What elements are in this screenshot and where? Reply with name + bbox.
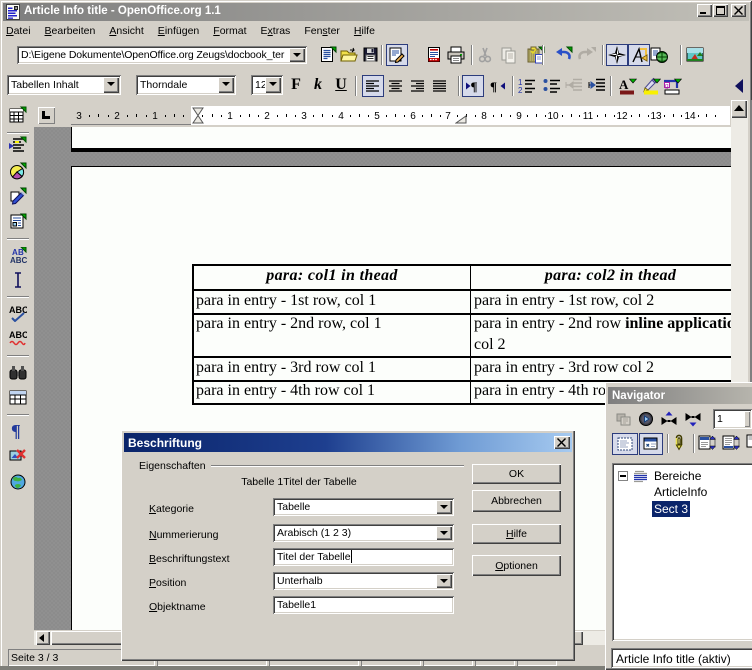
- svg-text:ABC: ABC: [10, 256, 27, 265]
- svg-text:A: A: [619, 77, 629, 92]
- svg-text:g: g: [665, 83, 669, 90]
- svg-text:¶: ¶: [471, 79, 478, 94]
- svg-text:¶: ¶: [11, 421, 21, 439]
- svg-text:¶: ¶: [490, 79, 497, 94]
- svg-text:ABC: ABC: [9, 330, 27, 340]
- svg-text:2: 2: [518, 86, 523, 94]
